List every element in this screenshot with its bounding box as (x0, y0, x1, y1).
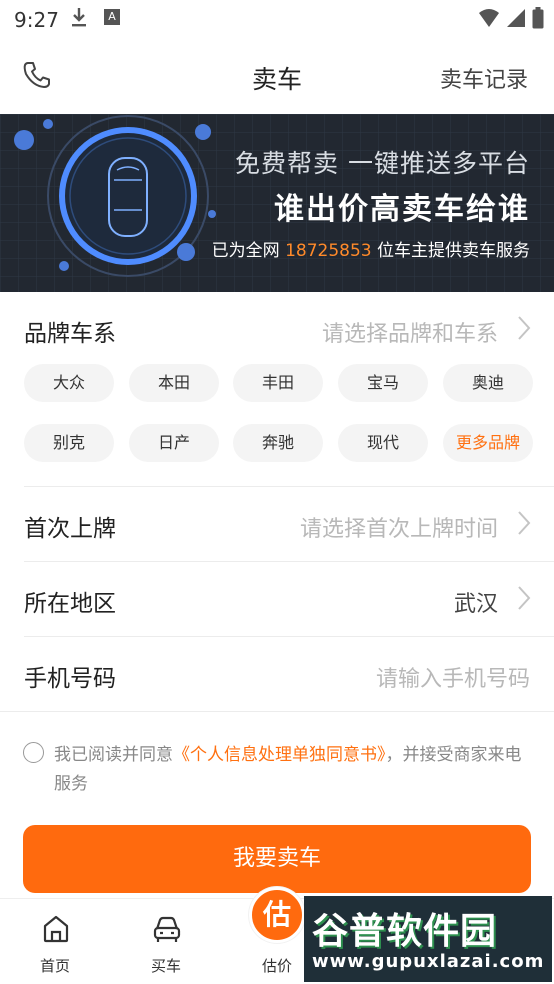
brand-chip-dazhong[interactable]: 大众 (24, 364, 114, 402)
first-plate-label: 首次上牌 (24, 516, 116, 542)
promo-banner[interactable]: 免费帮卖 一键推送多平台 谁出价高卖车给谁 已为全网 18725853 位车主提… (0, 114, 554, 292)
status-bar: 9:27 A (0, 0, 554, 38)
banner-stats-suffix: 位车主提供卖车服务 (377, 241, 530, 261)
brand-chip-richan[interactable]: 日产 (129, 424, 219, 462)
brand-label: 品牌车系 (24, 321, 116, 347)
brand-chip-benchi[interactable]: 奔驰 (233, 424, 323, 462)
watermark-url: www.gupuxlazai.com (312, 951, 545, 972)
more-brands-chip[interactable]: 更多品牌 (443, 424, 533, 462)
phone-label: 手机号码 (24, 666, 116, 692)
banner-slogan: 谁出价高卖车给谁 (274, 192, 530, 227)
region-label: 所在地区 (24, 591, 116, 617)
divider (0, 711, 554, 712)
chevron-right-icon[interactable] (516, 314, 532, 342)
signal-icon (507, 9, 525, 27)
nav-home[interactable]: 首页 (5, 899, 105, 984)
estimate-badge-icon: 估 (249, 887, 305, 943)
status-indicators (478, 7, 544, 29)
site-watermark: 谷普软件园 www.gupuxlazai.com (304, 896, 552, 982)
banner-headline: 免费帮卖 一键推送多平台 (235, 149, 530, 178)
chevron-right-icon[interactable] (516, 509, 532, 537)
divider (24, 561, 554, 562)
brand-chip-aodi[interactable]: 奥迪 (443, 364, 533, 402)
chevron-right-icon[interactable] (516, 584, 532, 612)
banner-stats-prefix: 已为全网 (211, 241, 280, 261)
agreement-prefix: 我已阅读并同意 (54, 745, 173, 765)
brand-chip-xiandai[interactable]: 现代 (338, 424, 428, 462)
status-time: 9:27 (14, 8, 59, 32)
banner-stats: 已为全网 18725853 位车主提供卖车服务 (212, 236, 530, 261)
brand-chip-fengtian[interactable]: 丰田 (233, 364, 323, 402)
brand-chip-baoma[interactable]: 宝马 (338, 364, 428, 402)
download-icon (72, 8, 86, 27)
sell-record-link[interactable]: 卖车记录 (440, 62, 528, 94)
divider (24, 636, 554, 637)
brand-chip-bentian[interactable]: 本田 (129, 364, 219, 402)
nav-buy-car-label: 买车 (150, 957, 181, 975)
brand-select[interactable]: 请选择品牌和车系 (322, 316, 498, 348)
car-icon (153, 916, 181, 942)
nav-buy-car[interactable]: 买车 (116, 899, 216, 984)
battery-icon (532, 7, 544, 29)
watermark-title: 谷普软件园 (312, 911, 498, 952)
phone-input[interactable]: 请输入手机号码 (376, 661, 530, 693)
banner-stats-number: 18725853 (285, 241, 372, 261)
region-select[interactable]: 武汉 (454, 586, 498, 618)
notification-a-icon: A (104, 9, 120, 25)
nav-home-label: 首页 (39, 957, 70, 975)
header: 卖车 卖车记录 (0, 38, 554, 114)
first-plate-select[interactable]: 请选择首次上牌时间 (300, 511, 498, 543)
consent-document-link[interactable]: 《个人信息处理单独同意书》 (173, 745, 386, 765)
sell-car-button[interactable]: 我要卖车 (23, 825, 531, 893)
agreement-text: 我已阅读并同意《个人信息处理单独同意书》，并接受商家来电服务 (54, 741, 524, 799)
brand-chip-bieke[interactable]: 别克 (24, 424, 114, 462)
home-icon (43, 915, 69, 943)
wifi-icon (479, 9, 499, 27)
divider (24, 486, 554, 487)
agreement-checkbox[interactable] (23, 742, 44, 763)
